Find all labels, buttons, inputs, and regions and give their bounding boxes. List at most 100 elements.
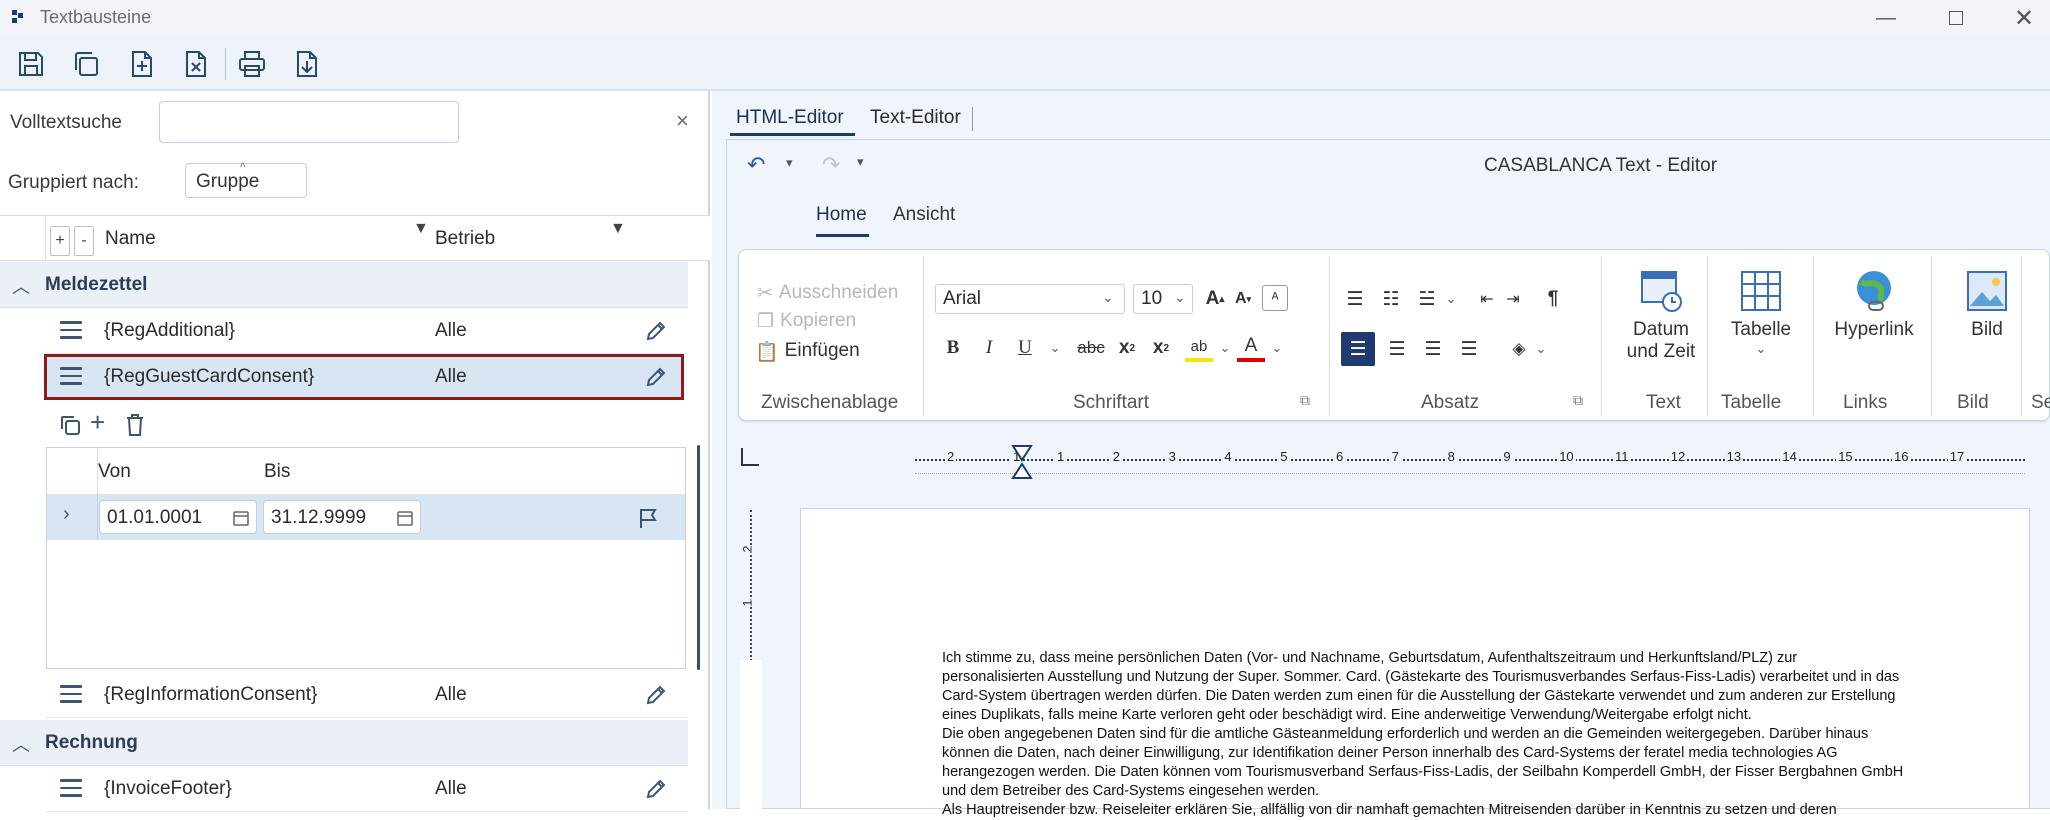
subscript-icon[interactable]: x2 xyxy=(1113,334,1141,362)
font-color-icon[interactable]: A xyxy=(1237,334,1265,362)
validity-row[interactable]: › 01.01.0001 31.12.9999 xyxy=(47,494,685,540)
import-button[interactable] xyxy=(286,44,326,84)
copy-button[interactable]: ❐ Kopieren xyxy=(757,310,856,333)
font-size-select[interactable]: 10 ⌄ xyxy=(1133,284,1193,314)
clear-format-icon[interactable]: ᴬ xyxy=(1262,285,1288,311)
bullet-list-icon[interactable]: ☰ xyxy=(1341,285,1369,313)
document-body[interactable]: Ich stimme zu, dass meine persönlichen D… xyxy=(942,649,2022,820)
tab-text-editor[interactable]: Text-Editor xyxy=(870,107,961,129)
table-row[interactable]: {RegAdditional} Alle xyxy=(46,308,688,354)
paragraph-dialog-launcher-icon[interactable]: ⧉ xyxy=(1573,392,1583,409)
ribbon-tab-home[interactable]: Home xyxy=(816,204,867,226)
indent-marker-icon[interactable] xyxy=(1011,444,1033,482)
minimize-button[interactable]: — xyxy=(1866,4,1906,32)
maximize-button[interactable] xyxy=(1936,4,1976,32)
save-button[interactable] xyxy=(11,44,51,84)
numbered-list-icon[interactable]: ☷ xyxy=(1377,285,1405,313)
filter-name-icon[interactable]: ▼ xyxy=(413,220,429,238)
expand-row-icon[interactable]: › xyxy=(63,503,70,526)
flag-icon[interactable] xyxy=(637,506,659,530)
align-right-icon[interactable]: ☰ xyxy=(1419,335,1447,363)
bis-date-value: 31.12.9999 xyxy=(271,507,367,528)
save-icon xyxy=(19,52,43,76)
pencil-icon[interactable] xyxy=(644,319,668,343)
ribbon-tab-underline xyxy=(816,234,869,237)
close-window-button[interactable]: ✕ xyxy=(2004,4,2044,32)
table-button[interactable]: Tabelle ⌄ xyxy=(1715,268,1807,378)
underline-icon[interactable]: U xyxy=(1011,334,1039,362)
highlight-icon[interactable]: ab xyxy=(1185,334,1213,362)
copy-button[interactable] xyxy=(66,44,106,84)
font-family-select[interactable]: Arial ⌄ xyxy=(935,284,1125,314)
calendar-icon[interactable] xyxy=(232,509,250,527)
expand-all-button[interactable]: + xyxy=(50,226,70,256)
copy-icon[interactable] xyxy=(58,413,82,437)
strikethrough-icon[interactable]: abc xyxy=(1077,334,1105,362)
new-document-button[interactable] xyxy=(121,44,161,84)
align-left-icon[interactable]: ☰ xyxy=(1341,332,1375,366)
ruler-number: 10 xyxy=(1557,449,1576,464)
pencil-icon[interactable] xyxy=(644,683,668,707)
calendar-icon[interactable] xyxy=(396,509,414,527)
copy-label: Kopieren xyxy=(780,310,857,331)
shrink-font-icon[interactable]: A ▾ xyxy=(1229,285,1257,313)
image-button[interactable]: Bild xyxy=(1937,268,2037,378)
bold-icon[interactable]: B xyxy=(939,334,967,362)
hyperlink-button[interactable]: Hyperlink xyxy=(1821,268,1927,378)
undo-dropdown-icon[interactable]: ▾ xyxy=(786,155,793,171)
datetime-button[interactable]: Datum und Zeit xyxy=(1611,268,1711,378)
underline-dropdown-icon[interactable]: ⌄ xyxy=(1041,334,1069,362)
grow-font-icon[interactable]: A ▴ xyxy=(1201,285,1229,313)
menu-icon[interactable] xyxy=(60,321,82,339)
delete-document-button[interactable] xyxy=(175,44,215,84)
table-row[interactable]: {RegInformationConsent} Alle xyxy=(46,672,688,718)
customize-quick-access-icon[interactable]: ▾ xyxy=(857,154,864,170)
group-by-select[interactable]: Gruppe ^ xyxy=(185,160,307,198)
column-header-name[interactable]: Name xyxy=(105,228,156,250)
align-center-icon[interactable]: ☰ xyxy=(1383,335,1411,363)
table-row-selected[interactable]: {RegGuestCardConsent} Alle xyxy=(44,354,684,400)
redo-icon[interactable]: ↷ xyxy=(822,152,840,178)
ruler-number: 4 xyxy=(1222,449,1234,464)
decrease-indent-icon[interactable]: ⇤ xyxy=(1473,285,1501,313)
justify-icon[interactable]: ☰ xyxy=(1455,335,1483,363)
menu-icon[interactable] xyxy=(60,779,82,797)
tab-stop-icon[interactable] xyxy=(739,446,761,468)
document-page[interactable]: Ich stimme zu, dass meine persönlichen D… xyxy=(800,508,2030,818)
undo-icon[interactable]: ↶ xyxy=(747,152,765,178)
font-color-dropdown-icon[interactable]: ⌄ xyxy=(1263,334,1291,362)
increase-indent-icon[interactable]: ⇥ xyxy=(1499,285,1527,313)
von-date-field[interactable]: 01.01.0001 xyxy=(99,500,257,534)
font-dialog-launcher-icon[interactable]: ⧉ xyxy=(1300,392,1310,409)
menu-icon[interactable] xyxy=(60,685,82,703)
ribbon-tab-ansicht[interactable]: Ansicht xyxy=(893,204,955,226)
group-header-meldezettel[interactable]: ︿ Meldezettel xyxy=(0,262,688,308)
group-header-rechnung[interactable]: ︿ Rechnung xyxy=(0,720,688,766)
cut-button[interactable]: ✂ Ausschneiden xyxy=(757,282,898,305)
pilcrow-icon[interactable]: ¶ xyxy=(1539,285,1567,313)
scrollbar[interactable] xyxy=(697,445,700,670)
menu-icon[interactable] xyxy=(60,367,82,385)
search-input[interactable] xyxy=(159,101,459,143)
pencil-icon[interactable] xyxy=(644,365,668,389)
highlight-dropdown-icon[interactable]: ⌄ xyxy=(1211,334,1239,362)
trash-icon[interactable] xyxy=(124,413,146,437)
horizontal-ruler[interactable]: 2 1 1 2 3 4 5 6 7 8 9 10 11 12 13 14 15 16 17 xyxy=(915,444,2025,484)
add-icon[interactable]: + xyxy=(90,407,105,438)
column-header-betrieb[interactable]: Betrieb xyxy=(435,228,495,250)
tab-html-editor[interactable]: HTML-Editor xyxy=(736,107,844,129)
collapse-all-button[interactable]: - xyxy=(74,226,94,256)
italic-icon[interactable]: I xyxy=(975,334,1003,362)
table-row[interactable]: {InvoiceFooter} Alle xyxy=(46,766,688,812)
print-button[interactable] xyxy=(232,44,272,84)
chevron-up-icon: ︿ xyxy=(12,735,30,755)
shading-dropdown-icon[interactable]: ⌄ xyxy=(1527,335,1555,363)
bis-date-field[interactable]: 31.12.9999 xyxy=(263,500,421,534)
list-dropdown-icon[interactable]: ⌄ xyxy=(1437,285,1465,313)
paste-button[interactable]: 📋 Einfügen xyxy=(755,340,860,364)
ruler-number: 3 xyxy=(1166,449,1178,464)
pencil-icon[interactable] xyxy=(644,777,668,801)
clear-search-icon[interactable]: × xyxy=(676,108,689,134)
superscript-icon[interactable]: x2 xyxy=(1147,334,1175,362)
filter-betrieb-icon[interactable]: ▼ xyxy=(610,220,626,238)
